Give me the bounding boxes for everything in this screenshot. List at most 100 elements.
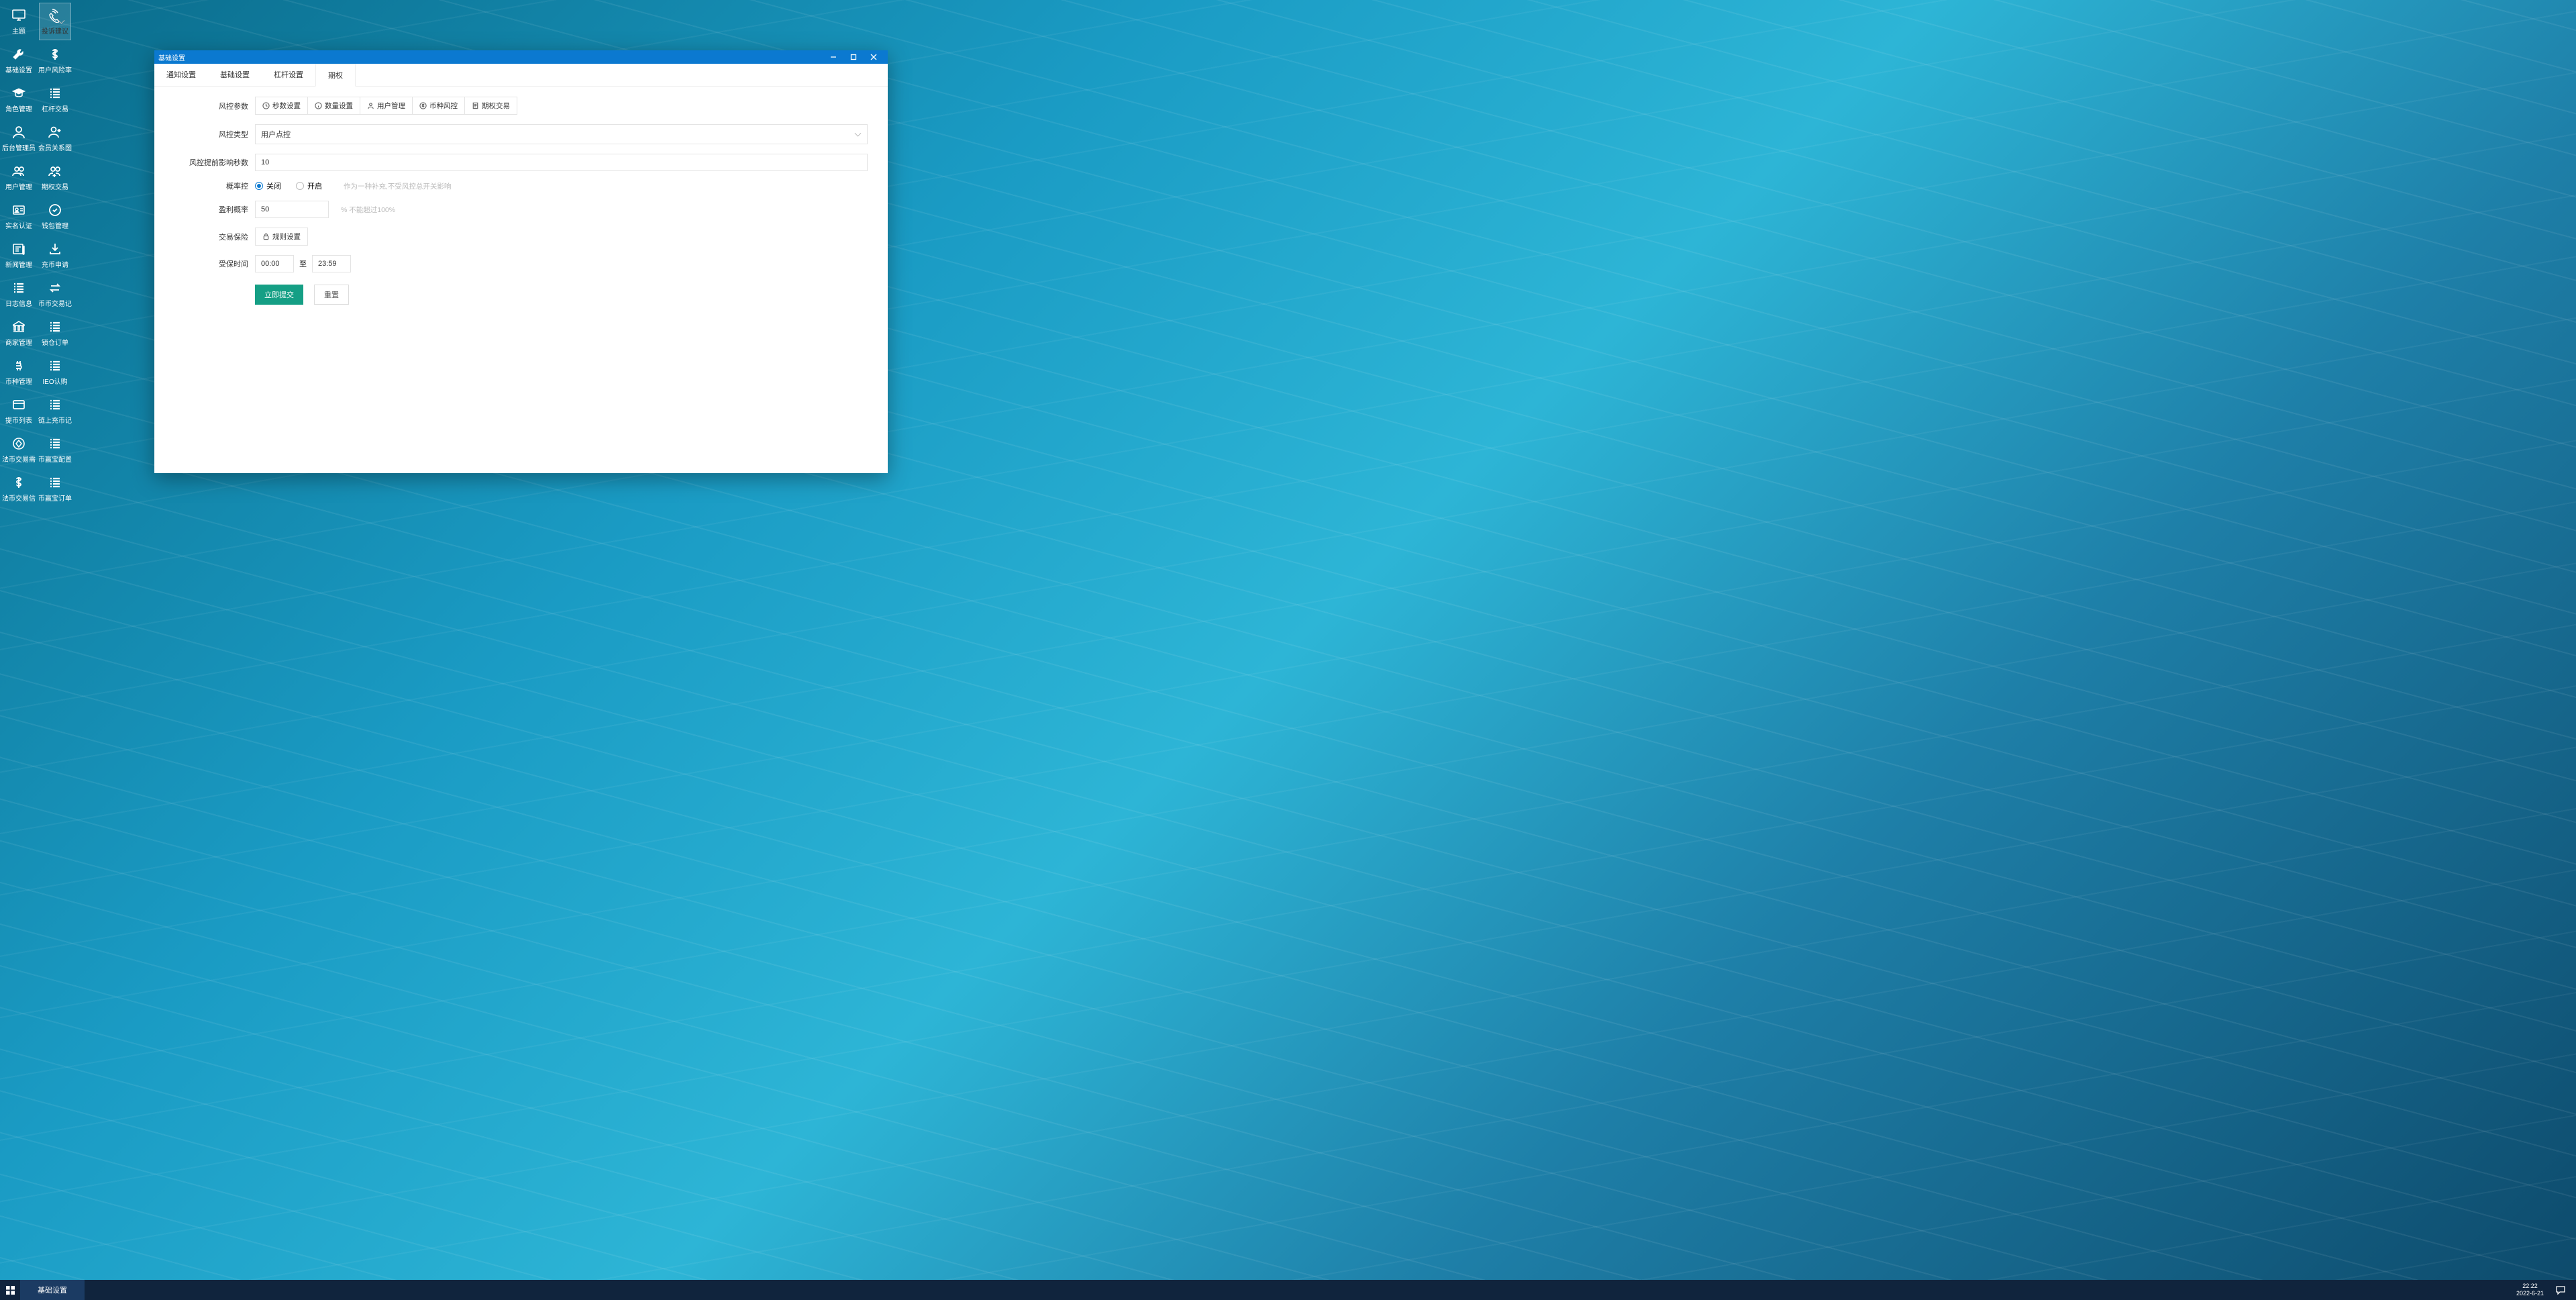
cover-from-input[interactable] — [255, 255, 294, 272]
desktop-item-4[interactable]: 角色管理 — [3, 81, 35, 118]
window-titlebar[interactable]: 基础设置 — [154, 50, 888, 64]
taskbar-task[interactable]: 基础设置 — [20, 1280, 85, 1300]
form-content: 风控参数 秒数设置数量设置用户管理币种风控期权交易 风控类型 用户点控 风控提前… — [154, 87, 888, 473]
news-icon — [11, 242, 26, 256]
list-icon — [48, 436, 62, 451]
list-icon — [48, 397, 62, 412]
desktop-item-5[interactable]: 杠杆交易 — [39, 81, 71, 118]
wrench-icon — [11, 47, 26, 62]
risk-param-label: 风控参数 — [154, 101, 255, 111]
insurance-label: 交易保险 — [154, 232, 255, 242]
cover-time-label: 受保时间 — [154, 258, 255, 269]
desktop-item-label: 投诉建议 — [42, 26, 68, 36]
profit-prob-hint: % 不能超过100% — [341, 205, 395, 215]
desktop-item-14[interactable]: 日志信息 — [3, 275, 35, 313]
desktop-item-label: 角色管理 — [5, 103, 32, 113]
pre-seconds-input[interactable] — [255, 154, 868, 171]
desktop-item-13[interactable]: 充币申请 — [39, 236, 71, 274]
desktop-item-20[interactable]: 提币列表 — [3, 392, 35, 430]
desktop-item-17[interactable]: 锁仓订单 — [39, 314, 71, 352]
userplus-icon — [48, 125, 62, 140]
desktop-item-label: 基础设置 — [5, 64, 32, 74]
dollar-icon — [48, 47, 62, 62]
rule-settings-button[interactable]: 规则设置 — [255, 228, 308, 246]
risk-type-select[interactable]: 用户点控 — [255, 124, 868, 144]
dollar-icon — [11, 475, 26, 490]
prob-ctrl-radio-0[interactable]: 关闭 — [255, 181, 281, 191]
minimize-button[interactable] — [823, 50, 843, 64]
desktop-item-label: 主题 — [12, 26, 25, 36]
profit-prob-input[interactable] — [255, 201, 329, 218]
tab-1[interactable]: 基础设置 — [208, 64, 262, 86]
desktop-item-label: 期权交易 — [42, 181, 68, 191]
idcheck-icon — [11, 203, 26, 217]
doc-icon — [472, 102, 479, 109]
taskbar-clock[interactable]: 22:22 2022-6-21 — [2516, 1283, 2544, 1297]
desktop-item-7[interactable]: 会员关系图 — [39, 119, 71, 157]
wallet-icon — [48, 203, 62, 217]
monitor-icon — [11, 8, 26, 23]
pre-seconds-label: 风控提前影响秒数 — [154, 157, 255, 168]
desktop-item-label: 新闻管理 — [5, 259, 32, 269]
desktop-item-label: 实名认证 — [5, 220, 32, 230]
close-button[interactable] — [864, 50, 884, 64]
desktop-item-0[interactable]: 主题 — [3, 3, 35, 40]
list-icon — [48, 86, 62, 101]
list-icon — [48, 475, 62, 490]
desktop-item-3[interactable]: 用户风险率 — [39, 42, 71, 79]
desktop-item-2[interactable]: 基础设置 — [3, 42, 35, 79]
start-button[interactable] — [0, 1280, 20, 1300]
tab-0[interactable]: 通知设置 — [154, 64, 208, 86]
risk-param-btn-2[interactable]: 用户管理 — [360, 97, 413, 115]
desktop-item-25[interactable]: 币赢宝订单 — [39, 470, 71, 507]
submit-button[interactable]: 立即提交 — [255, 285, 303, 305]
lock-icon — [262, 233, 270, 240]
desktop-item-23[interactable]: 币赢宝配置 — [39, 431, 71, 468]
desktop-item-1[interactable]: 投诉建议 — [39, 3, 71, 40]
desktop-item-label: 后台管理员 — [2, 142, 36, 152]
usersplus-icon — [48, 164, 62, 179]
settings-window: 基础设置 通知设置基础设置杠杆设置期权 风控参数 秒数设置数量设置用户管理币种风… — [154, 50, 888, 473]
desktop-item-label: 杠杆交易 — [42, 103, 68, 113]
desktop-item-11[interactable]: 钱包管理 — [39, 197, 71, 235]
risk-param-btn-1[interactable]: 数量设置 — [307, 97, 360, 115]
cover-to-input[interactable] — [312, 255, 351, 272]
desktop-item-10[interactable]: 实名认证 — [3, 197, 35, 235]
desktop-item-label: 提币列表 — [5, 415, 32, 425]
person-icon — [367, 102, 374, 109]
risk-param-btn-0[interactable]: 秒数设置 — [255, 97, 308, 115]
main-tabs: 通知设置基础设置杠杆设置期权 — [154, 64, 888, 87]
desktop-item-label: 充币申请 — [42, 259, 68, 269]
desktop-item-15[interactable]: 币币交易记 — [39, 275, 71, 313]
desktop-item-label: 会员关系图 — [38, 142, 72, 152]
notification-button[interactable] — [2552, 1285, 2569, 1295]
desktop-item-6[interactable]: 后台管理员 — [3, 119, 35, 157]
diamond-icon — [11, 436, 26, 451]
risk-param-btn-4[interactable]: 期权交易 — [464, 97, 517, 115]
desktop-item-8[interactable]: 用户管理 — [3, 158, 35, 196]
profit-prob-label: 盈利概率 — [154, 204, 255, 215]
grad-icon — [11, 86, 26, 101]
coin-icon — [419, 102, 427, 109]
reset-button[interactable]: 重置 — [314, 285, 349, 305]
tab-2[interactable]: 杠杆设置 — [262, 64, 315, 86]
maximize-button[interactable] — [843, 50, 864, 64]
desktop-item-label: 锁仓订单 — [42, 337, 68, 347]
desktop-icon-grid: 主题 投诉建议基础设置用户风险率角色管理杠杆交易后台管理员会员关系图用户管理期权交… — [0, 0, 134, 1280]
risk-param-btn-3[interactable]: 币种风控 — [412, 97, 465, 115]
phone-icon — [48, 8, 62, 23]
desktop-item-18[interactable]: 币种管理 — [3, 353, 35, 391]
tab-3[interactable]: 期权 — [315, 64, 356, 87]
window-title: 基础设置 — [158, 52, 823, 62]
bitcoin-icon — [11, 358, 26, 373]
desktop-item-24[interactable]: 法币交易信 — [3, 470, 35, 507]
desktop-item-19[interactable]: IEO认购 — [39, 353, 71, 391]
desktop-item-9[interactable]: 期权交易 — [39, 158, 71, 196]
desktop-item-16[interactable]: 商家管理 — [3, 314, 35, 352]
prob-ctrl-radios: 关闭开启作为一种补充,不受风控总开关影响 — [255, 181, 868, 191]
desktop-item-21[interactable]: 链上充币记 — [39, 392, 71, 430]
info-icon — [315, 102, 322, 109]
prob-ctrl-radio-1[interactable]: 开启 — [296, 181, 322, 191]
desktop-item-12[interactable]: 新闻管理 — [3, 236, 35, 274]
desktop-item-22[interactable]: 法币交易需 — [3, 431, 35, 468]
